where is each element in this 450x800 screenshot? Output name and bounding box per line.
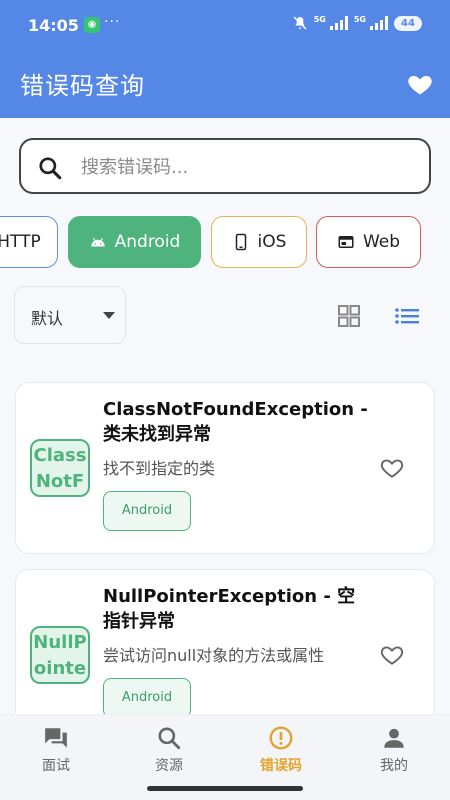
error-thumbnail: Class NotF [30,439,90,497]
app-notification-icon: ◉ [84,17,100,33]
search-icon [158,727,181,750]
nav-label: 面试 [42,758,70,774]
nav-item-resources[interactable]: 资源 [129,725,209,777]
chip-android[interactable]: Android [68,216,201,268]
network-type-2: 5G [353,15,366,24]
signal-icon [329,16,348,30]
search-bar[interactable] [19,138,431,194]
heart-outline-icon[interactable] [378,642,406,668]
search-icon [39,157,62,180]
chip-http[interactable]: HTTP [0,216,58,268]
status-bar: 14:05 ◉ ··· 5G 5G 44 [0,0,450,50]
nav-label: 资源 [155,758,183,774]
heart-icon[interactable] [406,70,434,98]
chip-label: Android [114,232,181,252]
nav-label: 错误码 [260,758,302,774]
page-title: 错误码查询 [20,72,145,100]
thumb-line: Class [33,445,87,466]
error-description: 尝试访问null对象的方法或属性 [103,646,325,665]
thumb-line: NullP [33,632,87,653]
chip-web[interactable]: Web [316,216,421,268]
main-content: HTTP Android iOS Web 默认 Class NotF Class… [0,118,450,729]
platform-tag: Android [103,678,191,718]
nav-item-profile[interactable]: 我的 [354,725,434,777]
chip-label: Web [362,232,401,252]
chat-icon [45,728,67,748]
search-input[interactable] [81,152,411,182]
sort-selected: 默认 [31,309,64,328]
mute-icon [293,16,307,30]
chip-label: HTTP [0,232,41,252]
error-title: NullPointerException - 空指针异常 [103,586,356,632]
thumb-line: ointe [33,658,87,679]
error-thumbnail: NullP ointe [30,626,90,684]
android-icon [90,237,105,247]
chip-ios[interactable]: iOS [211,216,307,268]
chevron-down-icon [103,312,115,319]
platform-tag: Android [103,491,191,531]
chip-label: iOS [257,232,287,252]
status-right: 5G 5G 44 [292,15,422,31]
alert-circle-icon [269,726,293,750]
platform-filter: HTTP Android iOS Web [0,216,450,270]
heart-outline-icon[interactable] [378,455,406,481]
browser-icon [338,236,354,248]
error-card[interactable]: Class NotF ClassNotFoundException - 类未找到… [15,382,435,554]
grid-view-icon[interactable] [337,304,361,328]
home-indicator[interactable] [147,786,303,791]
thumb-line: NotF [35,471,85,492]
error-title: ClassNotFoundException - 类未找到异常 [103,399,368,445]
top-app-bar: 14:05 ◉ ··· 5G 5G 44 错误码查询 [0,0,450,118]
sort-dropdown[interactable]: 默认 [14,286,126,344]
error-description: 找不到指定的类 [103,459,216,478]
more-notifications-icon: ··· [104,14,121,30]
person-icon [384,728,404,748]
network-type-1: 5G [313,15,326,24]
list-view-icon[interactable] [394,304,420,328]
nav-item-interview[interactable]: 面试 [16,725,96,777]
phone-icon [235,233,246,251]
status-time: 14:05 [28,16,79,35]
error-card[interactable]: NullP ointe NullPointerException - 空指针异常… [15,569,435,729]
nav-item-error-codes[interactable]: 错误码 [241,725,321,777]
signal-icon-2 [370,16,388,30]
battery-icon: 44 [394,15,422,31]
nav-label: 我的 [380,758,408,774]
